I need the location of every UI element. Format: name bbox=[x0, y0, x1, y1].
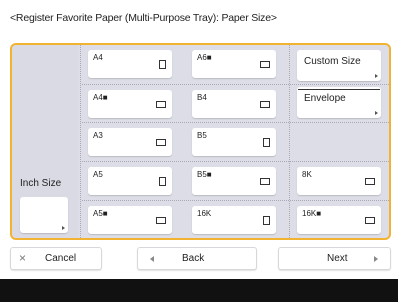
back-arrow-icon bbox=[150, 256, 154, 262]
close-icon: × bbox=[19, 251, 27, 265]
paper-size-label: A5■ bbox=[93, 209, 108, 218]
inch-size-label: Inch Size bbox=[20, 178, 62, 189]
paper-size-label: A3 bbox=[93, 131, 103, 140]
landscape-icon bbox=[260, 101, 270, 108]
custom-size-button[interactable]: Custom Size bbox=[297, 50, 381, 81]
paper-size-16k-button[interactable]: 16K bbox=[192, 206, 276, 234]
footer-bar bbox=[0, 279, 398, 302]
envelope-button[interactable]: Envelope bbox=[297, 87, 381, 118]
custom-size-label: Custom Size bbox=[304, 56, 361, 67]
portrait-icon bbox=[159, 177, 166, 186]
landscape-icon bbox=[156, 139, 166, 146]
inch-size-column: Inch Size bbox=[12, 45, 78, 238]
landscape-icon bbox=[156, 217, 166, 224]
paper-size-label: A4 bbox=[93, 53, 103, 62]
paper-size-label: A6■ bbox=[197, 53, 212, 62]
paper-size-label: 16K■ bbox=[302, 209, 322, 218]
paper-size-b4-button[interactable]: B4 bbox=[192, 90, 276, 118]
paper-size-a4-button[interactable]: A4 bbox=[88, 50, 172, 78]
paper-size-label: B4 bbox=[197, 93, 207, 102]
paper-size-a4r-button[interactable]: A4■ bbox=[88, 90, 172, 118]
paper-size-a5-button[interactable]: A5 bbox=[88, 167, 172, 195]
page-title: <Register Favorite Paper (Multi-Purpose … bbox=[10, 12, 277, 24]
submenu-arrow-icon bbox=[62, 226, 65, 230]
envelope-label: Envelope bbox=[304, 93, 346, 104]
next-label: Next bbox=[327, 253, 348, 264]
landscape-icon bbox=[260, 61, 270, 68]
submenu-arrow-icon bbox=[375, 111, 378, 115]
paper-size-label: B5 bbox=[197, 131, 207, 140]
paper-size-label: B5■ bbox=[197, 170, 212, 179]
column-divider bbox=[289, 45, 290, 238]
paper-size-b5-button[interactable]: B5 bbox=[192, 128, 276, 156]
paper-size-label: A5 bbox=[93, 170, 103, 179]
paper-size-label: 16K bbox=[197, 209, 212, 218]
paper-size-a6r-button[interactable]: A6■ bbox=[192, 50, 276, 78]
cancel-label: Cancel bbox=[45, 253, 77, 264]
row-divider bbox=[82, 161, 389, 162]
row-divider bbox=[82, 122, 389, 123]
column-divider bbox=[80, 45, 81, 238]
back-button[interactable]: Back bbox=[137, 247, 257, 270]
paper-size-16kr-button[interactable]: 16K■ bbox=[297, 206, 381, 234]
paper-size-8k-button[interactable]: 8K bbox=[297, 167, 381, 195]
action-bar: × Cancel Back Next bbox=[10, 247, 391, 272]
portrait-icon bbox=[159, 60, 166, 69]
portrait-icon bbox=[263, 216, 270, 225]
paper-size-a5r-button[interactable]: A5■ bbox=[88, 206, 172, 234]
landscape-icon bbox=[365, 217, 375, 224]
paper-size-panel: Inch Size A4 A6■ Custom Size A4■ B4 Enve… bbox=[10, 43, 391, 240]
landscape-icon bbox=[365, 178, 375, 185]
inch-size-button[interactable] bbox=[20, 197, 68, 233]
paper-size-label: 8K bbox=[302, 170, 312, 179]
portrait-icon bbox=[263, 138, 270, 147]
submenu-arrow-icon bbox=[375, 74, 378, 78]
next-button[interactable]: Next bbox=[278, 247, 391, 270]
row-divider bbox=[82, 84, 389, 85]
landscape-icon bbox=[260, 178, 270, 185]
paper-size-a3-button[interactable]: A3 bbox=[88, 128, 172, 156]
paper-size-b5r-button[interactable]: B5■ bbox=[192, 167, 276, 195]
back-label: Back bbox=[182, 253, 205, 264]
cancel-button[interactable]: × Cancel bbox=[10, 247, 102, 270]
row-divider bbox=[82, 200, 389, 201]
next-arrow-icon bbox=[374, 256, 378, 262]
paper-size-label: A4■ bbox=[93, 93, 108, 102]
landscape-icon bbox=[156, 101, 166, 108]
